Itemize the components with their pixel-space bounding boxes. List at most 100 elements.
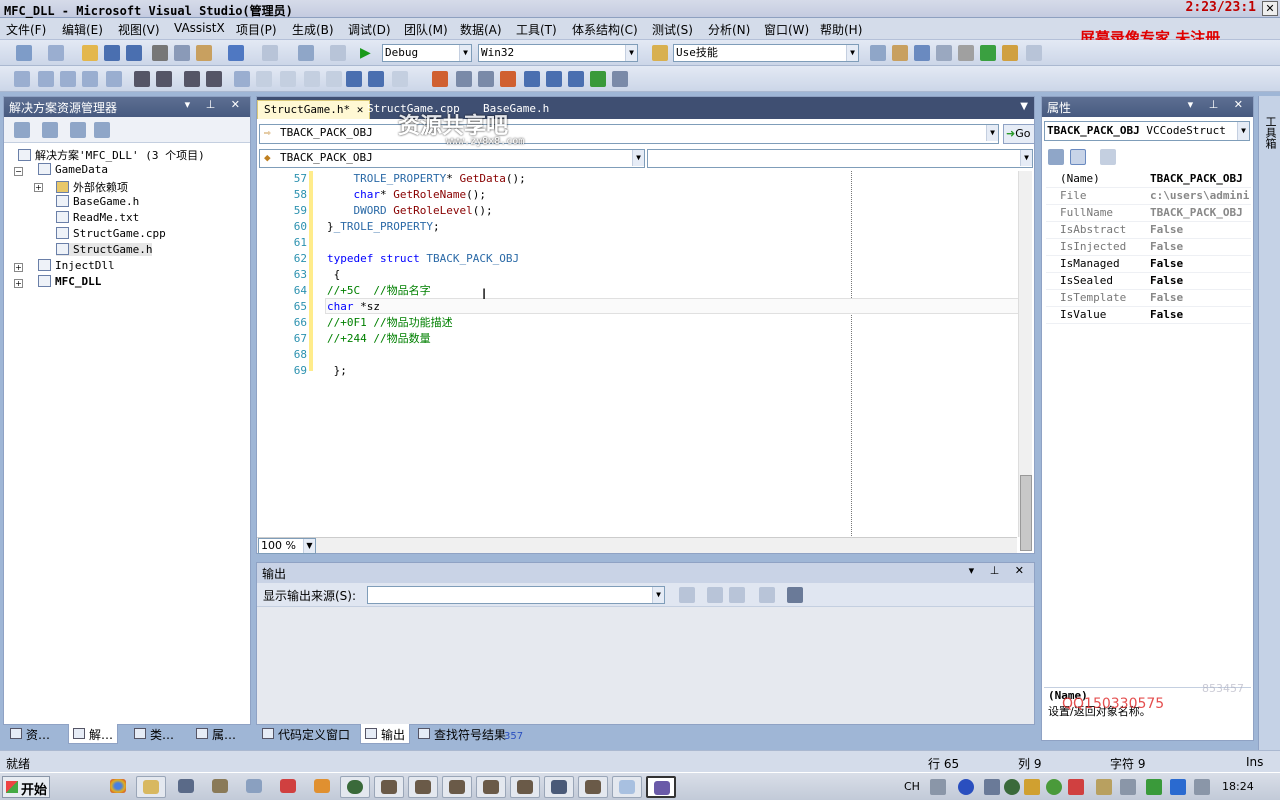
menu-vassistx[interactable]: VAssistX (174, 21, 225, 35)
output-find-icon[interactable] (679, 587, 695, 603)
keyboard-icon[interactable] (930, 779, 946, 795)
navigate-back-icon[interactable] (298, 45, 314, 61)
member-combo[interactable]: ▼ (647, 149, 1033, 168)
class-view-icon[interactable] (1002, 45, 1018, 61)
categorized-icon[interactable] (1048, 149, 1064, 165)
menu-test[interactable]: 测试(S) (652, 21, 693, 38)
comment-icon[interactable] (184, 71, 200, 87)
property-row[interactable]: IsValue False (1046, 307, 1251, 324)
property-pages-icon[interactable] (1100, 149, 1116, 165)
property-value[interactable]: False (1150, 307, 1250, 323)
zoom-combo[interactable]: 100 % ▼ (258, 538, 316, 554)
tree-external-deps[interactable]: 外部依赖项 (56, 179, 128, 195)
tab-class-view[interactable]: 类… (130, 724, 178, 744)
game-icon-2[interactable] (408, 776, 438, 798)
menu-team[interactable]: 团队(M) (404, 21, 448, 38)
game-icon-1[interactable] (374, 776, 404, 798)
tree-project-gamedata[interactable]: GameData (38, 163, 108, 176)
menu-data[interactable]: 数据(A) (460, 21, 502, 38)
tools-icon[interactable] (958, 45, 974, 61)
save-icon[interactable] (104, 45, 120, 61)
vertical-scrollbar[interactable] (1018, 171, 1032, 551)
tray-icon-5[interactable] (1068, 779, 1084, 795)
nav-more-icon[interactable] (392, 71, 408, 87)
uncomment-icon[interactable] (206, 71, 222, 87)
chrome-icon[interactable] (104, 776, 134, 798)
tool-5-icon[interactable] (106, 71, 122, 87)
property-value[interactable]: False (1150, 222, 1250, 238)
indent-decrease-icon[interactable] (134, 71, 150, 87)
security-icon[interactable] (1146, 779, 1162, 795)
property-row[interactable]: IsManaged False (1046, 256, 1251, 273)
tree-solution[interactable]: 解决方案'MFC_DLL' (3 个项目) (18, 147, 205, 163)
bookmark-prev-icon[interactable] (256, 71, 272, 87)
tree-project-mfc-dll[interactable]: MFC_DLL (38, 275, 101, 288)
code-line[interactable]: 60}_TROLE_PROPERTY; (257, 219, 1017, 235)
tab-property-manager[interactable]: 属… (192, 724, 240, 744)
menu-build[interactable]: 生成(B) (292, 21, 334, 38)
new-project-icon[interactable] (16, 45, 32, 61)
help-icon[interactable] (958, 779, 974, 795)
property-value[interactable]: c:\users\admini (1150, 188, 1250, 204)
menu-debug[interactable]: 调试(D) (348, 21, 391, 38)
tree-file-structgame-h[interactable]: StructGame.h (56, 243, 153, 256)
property-value[interactable]: TBACK_PACK_OBJ (1150, 205, 1250, 221)
va-icon-3[interactable] (478, 71, 494, 87)
menu-view[interactable]: 视图(V) (118, 21, 160, 38)
tray-icon-1[interactable] (984, 779, 1000, 795)
va-icon-9[interactable] (612, 71, 628, 87)
tray-icon-3[interactable] (1024, 779, 1040, 795)
code-line[interactable]: 57 TROLE_PROPERTY* GetData(); (257, 171, 1017, 187)
show-all-files-icon[interactable] (42, 122, 58, 138)
redo-icon[interactable] (262, 45, 278, 61)
solution-explorer-icon[interactable] (870, 45, 886, 61)
tab-structgame-h[interactable]: StructGame.h* ✕ (257, 100, 371, 119)
copy-icon[interactable] (174, 45, 190, 61)
scroll-thumb[interactable] (1020, 475, 1032, 551)
output-clear-icon[interactable] (759, 587, 775, 603)
menu-file[interactable]: 文件(F) (6, 21, 46, 38)
app-icon-6[interactable] (544, 776, 574, 798)
tab-find-symbol-results[interactable]: 查找符号结果357 (414, 724, 527, 744)
tree-file-readme[interactable]: ReadMe.txt (56, 211, 139, 224)
alphabetical-icon[interactable] (1070, 149, 1086, 165)
indent-increase-icon[interactable] (156, 71, 172, 87)
property-value[interactable]: False (1150, 256, 1250, 272)
find-combo[interactable]: Use技能 ▼ (673, 44, 859, 62)
app-icon-5[interactable] (340, 776, 370, 798)
property-row[interactable]: IsSealed False (1046, 273, 1251, 290)
tab-list-icon[interactable]: ▼ (1020, 101, 1028, 112)
menu-window[interactable]: 窗口(W) (764, 21, 809, 38)
va-icon-2[interactable] (456, 71, 472, 87)
platform-combo[interactable]: Win32 ▼ (478, 44, 638, 62)
property-row[interactable]: FullName TBACK_PACK_OBJ (1046, 205, 1251, 222)
undo-icon[interactable] (228, 45, 244, 61)
va-icon-4[interactable] (500, 71, 516, 87)
tree-file-structgame-cpp[interactable]: StructGame.cpp (56, 227, 166, 240)
tray-icon-6[interactable] (1096, 779, 1112, 795)
properties-view-icon[interactable] (14, 122, 30, 138)
cut-icon[interactable] (152, 45, 168, 61)
code-line[interactable]: 68 (257, 347, 1017, 363)
output-source-combo[interactable]: ▼ (367, 586, 665, 604)
bookmark-icon[interactable] (234, 71, 250, 87)
nav-prev-icon[interactable] (346, 71, 362, 87)
calculator-icon[interactable] (240, 776, 270, 798)
close-icon[interactable]: ✕ (1262, 1, 1278, 16)
bookmark-folder-icon[interactable] (326, 71, 342, 87)
output-prev-icon[interactable] (707, 587, 723, 603)
bookmark-clear-icon[interactable] (304, 71, 320, 87)
menu-edit[interactable]: 编辑(E) (62, 21, 103, 38)
start-button[interactable]: 开始 (2, 776, 50, 798)
start-debug-icon[interactable]: ▶ (360, 45, 376, 61)
refresh-icon[interactable] (70, 122, 86, 138)
game-icon-4[interactable] (476, 776, 506, 798)
object-browser-icon[interactable] (914, 45, 930, 61)
app-icon-3[interactable] (274, 776, 304, 798)
bookmark-next-icon[interactable] (280, 71, 296, 87)
menu-project[interactable]: 项目(P) (236, 21, 277, 38)
property-row[interactable]: IsAbstract False (1046, 222, 1251, 239)
panel-controls-icon[interactable]: ▾ ⊥ ✕ (969, 564, 1030, 577)
visual-studio-icon[interactable] (646, 776, 676, 798)
expand-icon[interactable]: + (14, 279, 23, 288)
